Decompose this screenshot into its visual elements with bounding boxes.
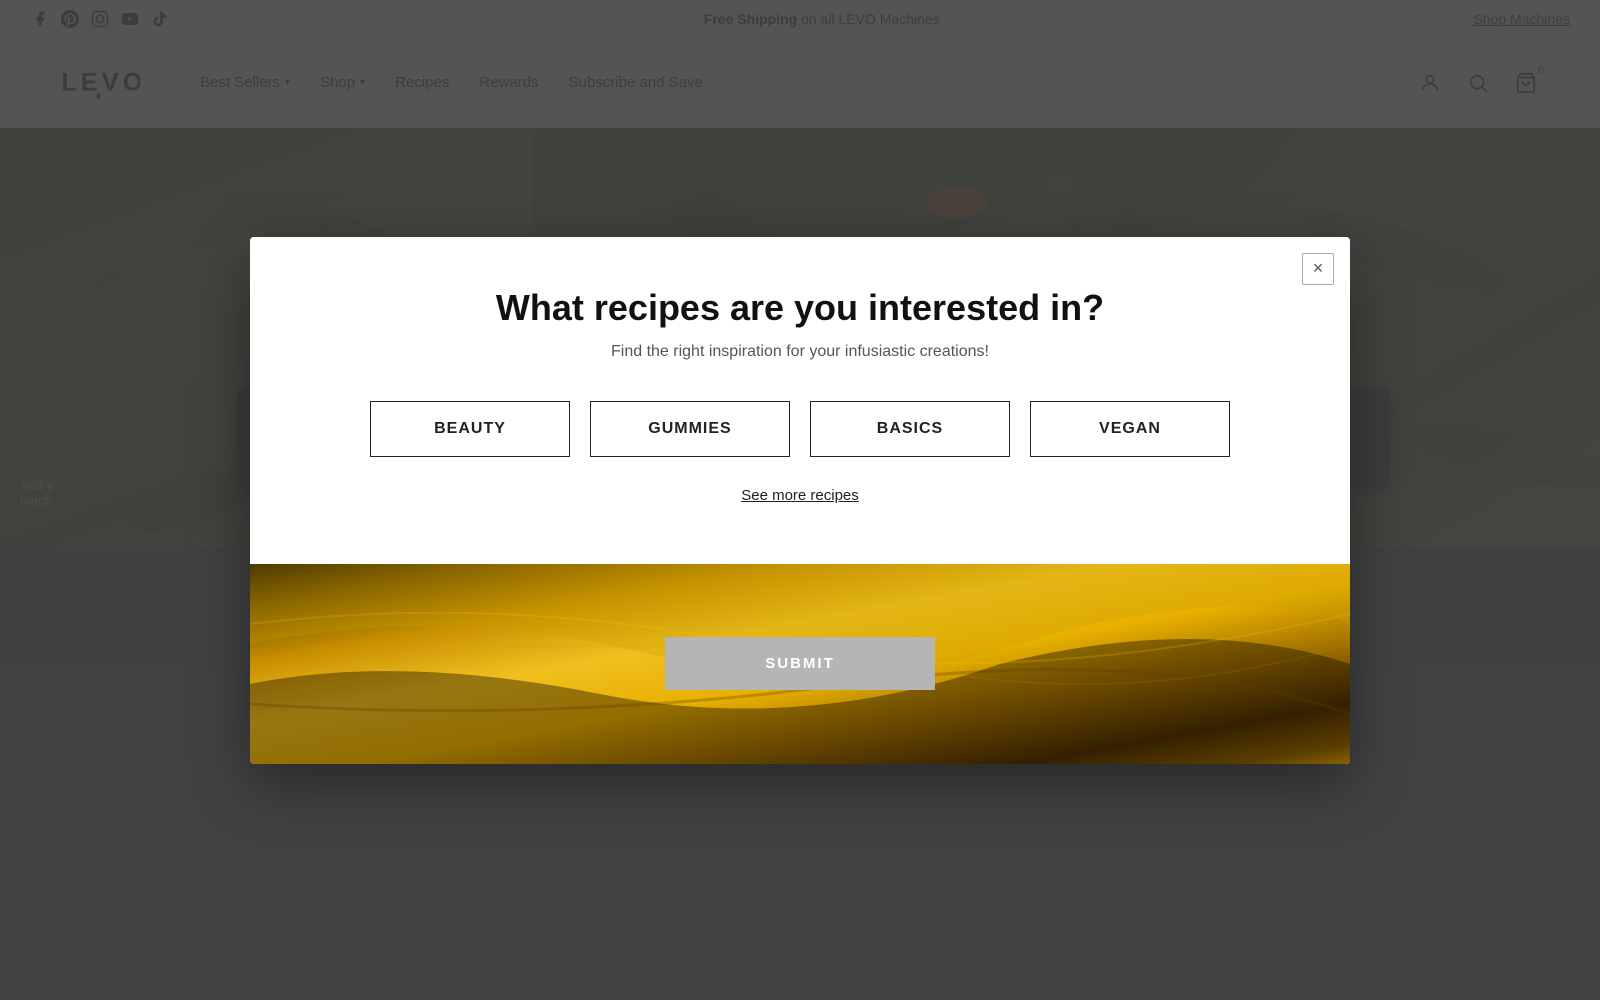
recipe-btn-gummies[interactable]: GUMMIES	[590, 401, 790, 457]
recipe-modal: × What recipes are you interested in? Fi…	[250, 237, 1350, 764]
modal-subtitle: Find the right inspiration for your infu…	[310, 343, 1290, 361]
modal-bottom: SUBMIT	[250, 564, 1350, 764]
recipe-btn-vegan[interactable]: VEGAN	[1030, 401, 1230, 457]
modal-overlay: × What recipes are you interested in? Fi…	[0, 0, 1600, 1000]
recipe-btn-beauty[interactable]: BEAUTY	[370, 401, 570, 457]
modal-top: What recipes are you interested in? Find…	[250, 237, 1350, 564]
recipe-btn-basics[interactable]: BASICS	[810, 401, 1010, 457]
see-more-recipes-link[interactable]: See more recipes	[310, 487, 1290, 504]
submit-button[interactable]: SUBMIT	[665, 637, 935, 690]
modal-title: What recipes are you interested in?	[310, 287, 1290, 329]
recipe-buttons-row: BEAUTY GUMMIES BASICS VEGAN	[310, 401, 1290, 457]
modal-close-button[interactable]: ×	[1302, 253, 1334, 285]
